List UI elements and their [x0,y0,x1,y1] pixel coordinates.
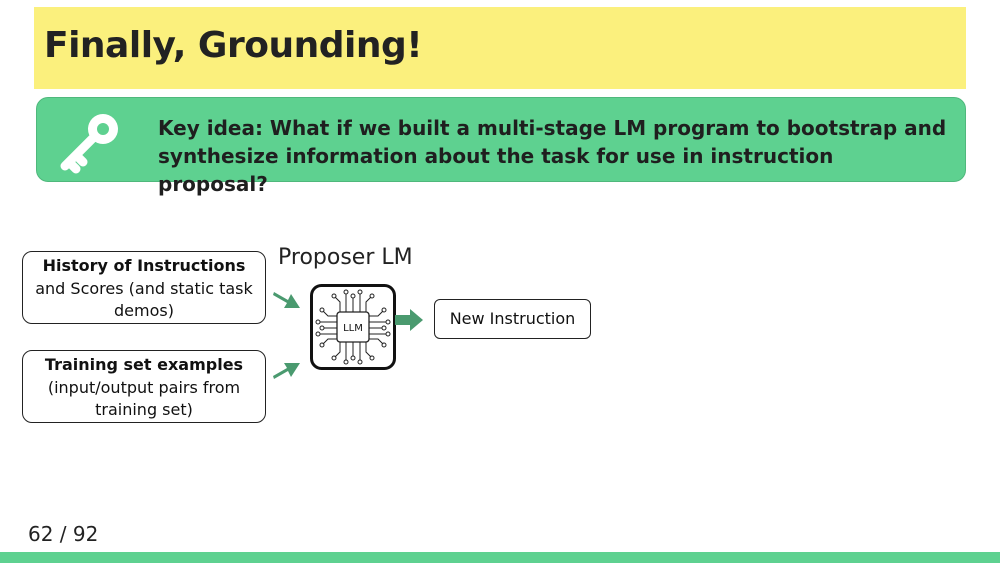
key-icon [60,114,118,174]
llm-chip-icon: LLM [310,284,396,370]
input-history-box: History of Instructions and Scores (and … [22,251,266,324]
history-rest-label: and Scores (and static task demos) [35,278,253,321]
slide-title: Finally, Grounding! [44,25,423,66]
footer-bar [0,552,1000,563]
arrow-history-to-llm [273,292,300,308]
page-number: 62 / 92 [28,522,99,546]
key-idea-box: Key idea: What if we built a multi-stage… [36,97,966,196]
llm-chip-label: LLM [343,323,363,334]
history-bold-label: History of Instructions [42,256,246,275]
new-instruction-box: New Instruction [434,299,591,339]
arrow-llm-to-output [395,309,423,331]
title-bar: Finally, Grounding! [34,7,966,89]
proposer-label: Proposer LM [278,245,413,270]
training-rest-label: (input/output pairs from training set) [47,377,241,420]
arrow-training-to-llm [273,363,300,379]
input-training-box: Training set examples (input/output pair… [22,350,266,423]
training-bold-label: Training set examples [44,355,244,374]
key-idea-text: Key idea: What if we built a multi-stage… [158,116,947,196]
